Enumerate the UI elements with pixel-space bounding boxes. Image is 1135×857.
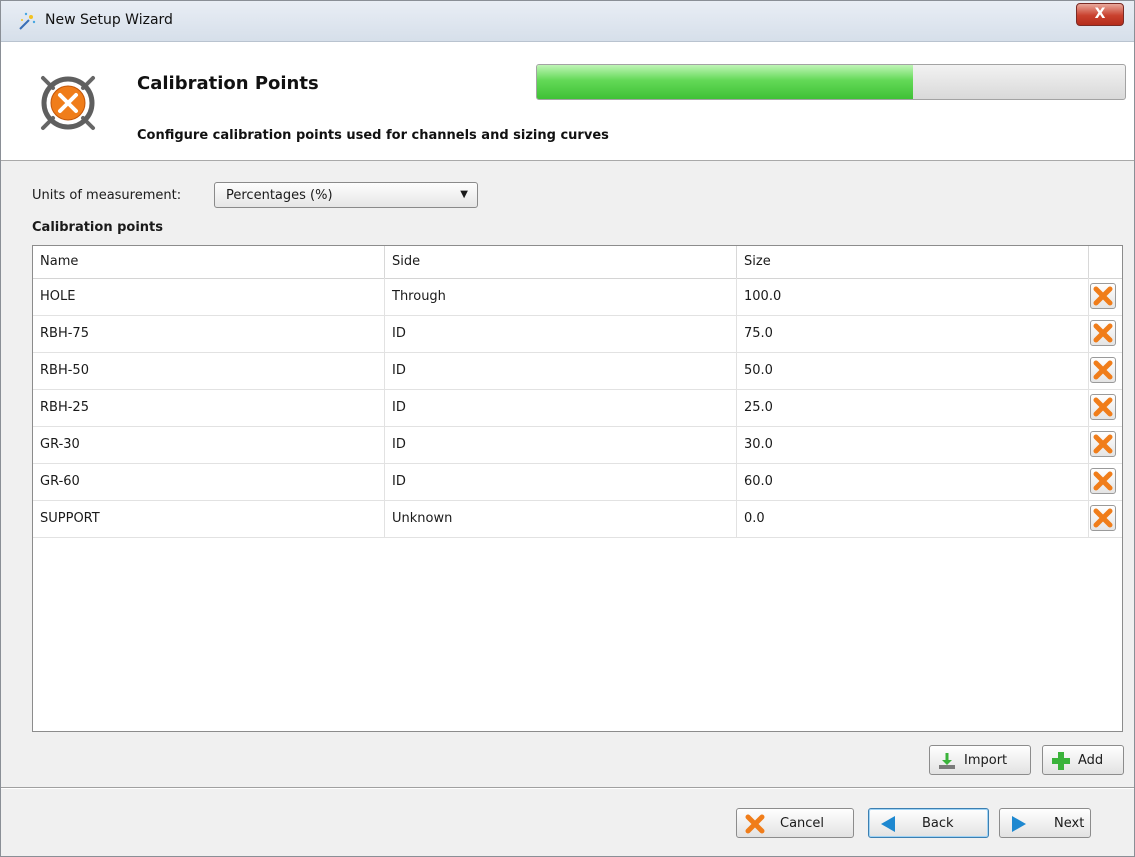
name-cell[interactable]: RBH-50 <box>33 352 385 389</box>
table-row[interactable]: GR-30 ID 30.0 <box>33 426 1122 464</box>
setup-wizard-window: New Setup Wizard X Calibration Points Co… <box>0 0 1135 857</box>
table-row[interactable]: RBH-75 ID 75.0 <box>33 315 1122 353</box>
column-header-name[interactable]: Name <box>33 246 385 278</box>
wizard-header: Calibration Points Configure calibration… <box>1 42 1134 161</box>
side-cell[interactable]: ID <box>385 426 737 463</box>
name-cell[interactable]: GR-30 <box>33 426 385 463</box>
close-button[interactable]: X <box>1076 3 1124 26</box>
back-arrow-icon <box>881 816 895 832</box>
import-download-icon <box>939 753 955 769</box>
size-cell[interactable]: 75.0 <box>737 315 1089 352</box>
back-label: Back <box>922 816 954 831</box>
delete-x-icon <box>1093 397 1113 417</box>
side-cell[interactable]: ID <box>385 389 737 426</box>
size-cell[interactable]: 0.0 <box>737 500 1089 537</box>
side-cell[interactable]: Unknown <box>385 500 737 537</box>
name-cell[interactable]: RBH-25 <box>33 389 385 426</box>
delete-row-button[interactable] <box>1090 505 1116 531</box>
delete-row-button[interactable] <box>1090 283 1116 309</box>
size-cell[interactable]: 50.0 <box>737 352 1089 389</box>
window-title: New Setup Wizard <box>45 12 173 28</box>
calibration-points-label: Calibration points <box>32 220 163 235</box>
units-select[interactable]: Percentages (%) ▼ <box>214 182 478 208</box>
cancel-x-icon <box>745 814 765 834</box>
title-bar: New Setup Wizard X <box>1 1 1134 42</box>
page-title: Calibration Points <box>137 73 319 94</box>
delete-row-button[interactable] <box>1090 468 1116 494</box>
table-row[interactable]: HOLE Through 100.0 <box>33 278 1122 316</box>
add-plus-icon <box>1052 752 1070 770</box>
size-cell[interactable]: 100.0 <box>737 278 1089 315</box>
import-label: Import <box>964 753 1008 768</box>
delete-row-button[interactable] <box>1090 357 1116 383</box>
table-row[interactable]: RBH-50 ID 50.0 <box>33 352 1122 390</box>
wizard-wand-icon <box>19 12 36 30</box>
delete-row-button[interactable] <box>1090 394 1116 420</box>
back-button[interactable]: Back <box>868 808 989 838</box>
size-cell[interactable]: 25.0 <box>737 389 1089 426</box>
delete-x-icon <box>1093 434 1113 454</box>
wizard-progress-bar <box>536 64 1126 100</box>
delete-x-icon <box>1093 508 1113 528</box>
delete-row-button[interactable] <box>1090 320 1116 346</box>
next-label: Next <box>1054 816 1085 831</box>
import-button[interactable]: Import <box>929 745 1031 775</box>
calibration-target-icon <box>41 76 95 130</box>
table-row[interactable]: RBH-25 ID 25.0 <box>33 389 1122 427</box>
calibration-points-table: Name Side Size HOLE Through 100.0 RBH-75 ID 7… <box>32 245 1123 732</box>
table-header: Name Side Size <box>33 246 1122 279</box>
units-selected-value: Percentages (%) <box>226 188 333 203</box>
delete-x-icon <box>1093 286 1113 306</box>
side-cell[interactable]: Through <box>385 278 737 315</box>
delete-x-icon <box>1093 360 1113 380</box>
cancel-button[interactable]: Cancel <box>736 808 854 838</box>
name-cell[interactable]: SUPPORT <box>33 500 385 537</box>
name-cell[interactable]: HOLE <box>33 278 385 315</box>
chevron-down-icon: ▼ <box>460 189 468 200</box>
page-subtitle: Configure calibration points used for ch… <box>137 128 609 143</box>
delete-x-icon <box>1093 323 1113 343</box>
side-cell[interactable]: ID <box>385 315 737 352</box>
table-row[interactable]: SUPPORT Unknown 0.0 <box>33 500 1122 538</box>
side-cell[interactable]: ID <box>385 463 737 500</box>
size-cell[interactable]: 60.0 <box>737 463 1089 500</box>
size-cell[interactable]: 30.0 <box>737 426 1089 463</box>
name-cell[interactable]: GR-60 <box>33 463 385 500</box>
wizard-progress-fill <box>537 65 914 99</box>
side-cell[interactable]: ID <box>385 352 737 389</box>
footer-divider-highlight <box>1 788 1134 789</box>
cancel-label: Cancel <box>780 816 825 831</box>
name-cell[interactable]: RBH-75 <box>33 315 385 352</box>
next-arrow-icon <box>1012 816 1026 832</box>
add-button[interactable]: Add <box>1042 745 1124 775</box>
units-label: Units of measurement: <box>32 188 182 203</box>
column-header-side[interactable]: Side <box>385 246 737 278</box>
next-button[interactable]: Next <box>999 808 1091 838</box>
add-label: Add <box>1078 753 1104 768</box>
column-header-size[interactable]: Size <box>737 246 1089 278</box>
delete-row-button[interactable] <box>1090 431 1116 457</box>
delete-x-icon <box>1093 471 1113 491</box>
table-row[interactable]: GR-60 ID 60.0 <box>33 463 1122 501</box>
